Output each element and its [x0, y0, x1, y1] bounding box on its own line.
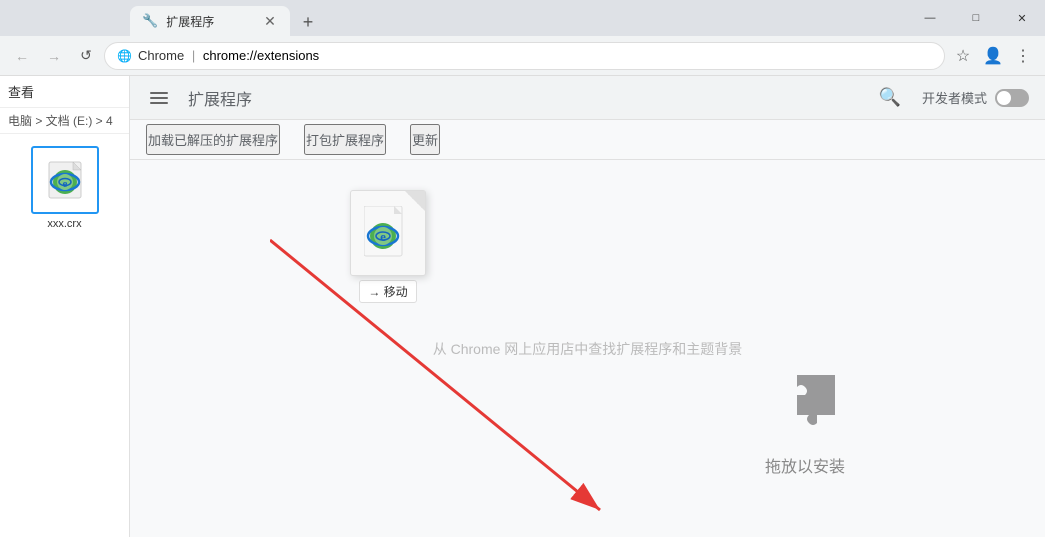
file-explorer-toolbar: 查看 — [0, 76, 129, 108]
address-bar: ← → ↺ 🌐 Chrome | chrome://extensions ☆ 👤… — [0, 36, 1045, 76]
extensions-header: 扩展程序 🔍 开发者模式 — [130, 76, 1045, 120]
dragged-file-icon-wrapper: e — [350, 190, 426, 276]
account-button[interactable]: 👤 — [979, 42, 1007, 70]
refresh-button[interactable]: ↺ — [72, 42, 100, 70]
maximize-button[interactable]: □ — [953, 0, 999, 36]
update-button[interactable]: 更新 — [410, 124, 440, 155]
drag-arrow — [270, 220, 670, 537]
extensions-main-area: 从 Chrome 网上应用店中查找扩展程序和主题背景 — [130, 160, 1045, 537]
address-actions: ☆ 👤 ⋮ — [949, 42, 1037, 70]
close-button[interactable]: ✕ — [999, 0, 1045, 36]
dragged-file: e → 移动 — [350, 190, 426, 303]
tab-strip: 🔧 扩展程序 ✕ + — [0, 0, 322, 36]
extensions-menu-button[interactable] — [146, 88, 172, 108]
dragged-ie-icon: e — [364, 206, 412, 260]
window-frame: 🔧 扩展程序 ✕ + — □ ✕ ← → ↺ 🌐 Chrome | chrome… — [0, 0, 1045, 537]
crx-file-label: xxx.crx — [47, 218, 81, 230]
breadcrumb: 电脑 > 文档 (E:) > 4 — [0, 108, 129, 134]
omnibox[interactable]: 🌐 Chrome | chrome://extensions — [104, 42, 945, 70]
file-explorer-panel: 查看 电脑 > 文档 (E:) > 4 e — [0, 76, 130, 537]
dev-mode-toggle[interactable] — [995, 89, 1029, 107]
main-layout: 查看 电脑 > 文档 (E:) > 4 e — [0, 76, 1045, 537]
forward-button[interactable]: → — [40, 42, 68, 70]
url-display: Chrome | chrome://extensions — [138, 48, 319, 63]
dev-mode-container: 开发者模式 — [922, 88, 1029, 107]
active-tab[interactable]: 🔧 扩展程序 ✕ — [130, 6, 290, 36]
new-tab-button[interactable]: + — [294, 8, 322, 36]
extensions-action-bar: 加载已解压的扩展程序 打包扩展程序 更新 — [130, 120, 1045, 160]
view-label: 查看 — [8, 85, 34, 100]
crx-file-icon-wrapper: e — [31, 146, 99, 214]
bookmark-button[interactable]: ☆ — [949, 42, 977, 70]
svg-text:e: e — [62, 178, 67, 190]
ie-icon: e — [45, 160, 85, 200]
window-controls: — □ ✕ — [907, 0, 1045, 36]
menu-button[interactable]: ⋮ — [1009, 42, 1037, 70]
extensions-search-button[interactable]: 🔍 — [874, 82, 906, 114]
move-label: → 移动 — [359, 280, 416, 303]
tab-favicon-icon: 🔧 — [142, 13, 158, 29]
load-extension-button[interactable]: 加载已解压的扩展程序 — [146, 124, 280, 155]
search-icon: 🔍 — [879, 87, 901, 108]
chrome-extensions-page: 扩展程序 🔍 开发者模式 加载已解压的扩展程序 打包扩展程序 更新 从 Chro… — [130, 76, 1045, 537]
drop-label: 拖放以安装 — [765, 453, 845, 477]
pack-extension-button[interactable]: 打包扩展程序 — [304, 124, 386, 155]
back-button[interactable]: ← — [8, 42, 36, 70]
crx-file-item[interactable]: e xxx.crx — [23, 142, 107, 234]
title-bar: 🔧 扩展程序 ✕ + — □ ✕ — [0, 0, 1045, 36]
empty-hint: 从 Chrome 网上应用店中查找扩展程序和主题背景 — [433, 339, 743, 359]
secure-icon: 🌐 — [117, 49, 132, 63]
minimize-button[interactable]: — — [907, 0, 953, 36]
tab-close-button[interactable]: ✕ — [262, 13, 278, 29]
svg-text:e: e — [380, 229, 386, 244]
extensions-page-title: 扩展程序 — [188, 86, 252, 110]
puzzle-icon — [765, 365, 845, 445]
drop-target: 拖放以安装 — [765, 365, 845, 477]
tab-title: 扩展程序 — [166, 13, 254, 30]
dev-mode-label: 开发者模式 — [922, 88, 987, 107]
